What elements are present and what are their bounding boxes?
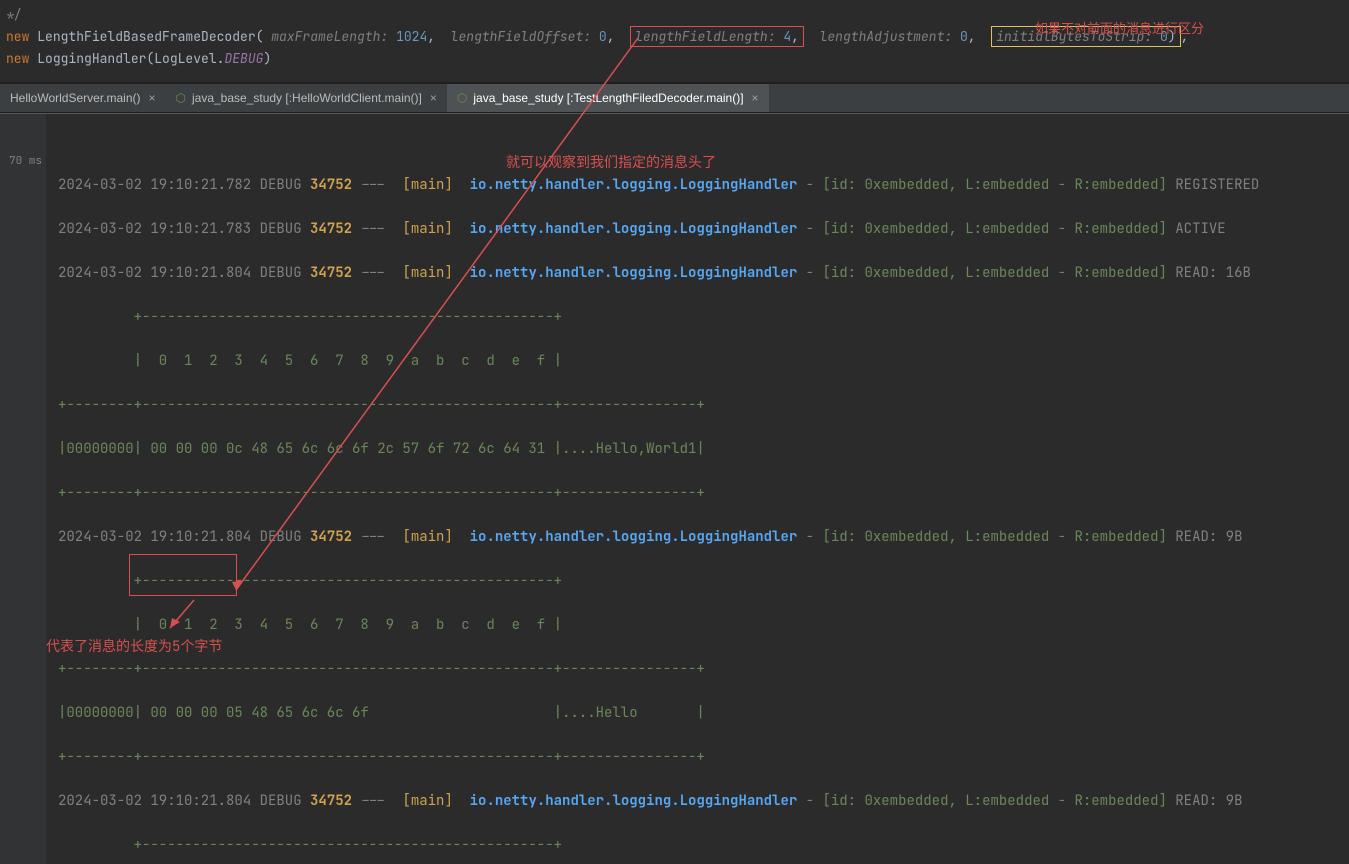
keyword-new: new <box>6 50 29 67</box>
log-line: 2024-03-02 19:10:21.804 DEBUG 34752 --- … <box>58 526 1349 548</box>
hexdump-border: +---------------------------------------… <box>58 834 1349 856</box>
tab-label: java_base_study [:HelloWorldClient.main(… <box>192 91 422 105</box>
hexdump-border: +--------+------------------------------… <box>58 482 1349 504</box>
class-name: LengthFieldBasedFrameDecoder <box>37 28 255 45</box>
run-tabs-strip: HelloWorldServer.main() × ⬡ java_base_st… <box>0 83 1349 113</box>
annotation-header: 就可以观察到我们指定的消息头了 <box>506 152 716 174</box>
hexdump-row: |00000000| 00 00 00 05 48 65 6c 6c 6f |.… <box>58 702 1349 724</box>
close-icon[interactable]: × <box>752 91 759 105</box>
number-literal: 1024 <box>396 28 427 45</box>
hexdump-header: | 0 1 2 3 4 5 6 7 8 9 a b c d e f | <box>58 350 1349 372</box>
hexdump-header: | 0 1 2 3 4 5 6 7 8 9 a b c d e f | <box>58 614 1349 636</box>
hexdump-border: +--------+------------------------------… <box>58 746 1349 768</box>
log-line: 2024-03-02 19:10:21.804 DEBUG 34752 --- … <box>58 790 1349 812</box>
console-gutter: 70 ms <box>0 114 46 864</box>
close-icon[interactable]: × <box>148 91 155 105</box>
annotation-length: 代表了消息的长度为5个字节 <box>46 636 222 658</box>
code-line: new LoggingHandler(LogLevel.DEBUG) <box>6 48 1343 70</box>
console-wrap: 70 ms 就可以观察到我们指定的消息头了 2024-03-02 19:10:2… <box>0 113 1349 864</box>
enum-value: DEBUG <box>224 50 263 67</box>
annotation-top: 如果不对前面的消息进行区分 <box>1035 18 1204 37</box>
param-label: lengthAdjustment: <box>820 28 953 45</box>
hexdump-row: |00000000| 00 00 00 0c 48 65 6c 6c 6f 2c… <box>58 438 1349 460</box>
gradle-icon: ⬡ <box>457 91 467 105</box>
console-output[interactable]: 就可以观察到我们指定的消息头了 2024-03-02 19:10:21.782 … <box>46 114 1349 864</box>
highlighted-param-red: lengthFieldLength: 4, <box>630 26 804 47</box>
log-line: 2024-03-02 19:10:21.804 DEBUG 34752 --- … <box>58 262 1349 284</box>
duration-ms: 70 ms <box>9 154 42 168</box>
hexdump-border: +---------------------------------------… <box>58 570 1349 592</box>
tab-helloworldclient[interactable]: ⬡ java_base_study [:HelloWorldClient.mai… <box>166 84 447 112</box>
close-icon[interactable]: × <box>430 91 437 105</box>
keyword-new: new <box>6 28 29 45</box>
log-line: 2024-03-02 19:10:21.783 DEBUG 34752 --- … <box>58 218 1349 240</box>
number-literal: 0 <box>599 28 607 45</box>
comment-end: */ <box>6 6 22 23</box>
editor-pane[interactable]: */ new LengthFieldBasedFrameDecoder( max… <box>0 0 1349 83</box>
param-label: lengthFieldOffset: <box>451 28 591 45</box>
log-line: 2024-03-02 19:10:21.782 DEBUG 34752 --- … <box>58 174 1349 196</box>
number-literal: 0 <box>960 28 968 45</box>
tab-label: HelloWorldServer.main() <box>10 91 140 105</box>
gradle-icon: ⬡ <box>176 91 186 105</box>
hexdump-border: +--------+------------------------------… <box>58 658 1349 680</box>
tab-testlengthfileddecoder[interactable]: ⬡ java_base_study [:TestLengthFiledDecod… <box>447 84 769 112</box>
hexdump-border: +--------+------------------------------… <box>58 394 1349 416</box>
hexdump-border: +---------------------------------------… <box>58 306 1349 328</box>
tab-label: java_base_study [:TestLengthFiledDecoder… <box>473 91 743 105</box>
param-label: maxFrameLength: <box>271 28 388 45</box>
tab-helloworldserver[interactable]: HelloWorldServer.main() × <box>0 84 166 112</box>
class-name: LoggingHandler <box>37 50 146 67</box>
